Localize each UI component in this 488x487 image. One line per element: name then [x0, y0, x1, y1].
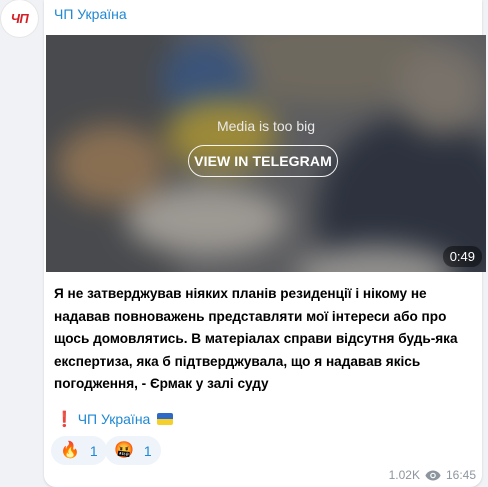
message-text: Я не затверджував ніяких планів резиденц… — [54, 286, 458, 391]
media-too-big-notice: Media is too big — [216, 118, 316, 134]
reaction-cursing-face[interactable]: 🤬 1 — [105, 436, 161, 465]
view-in-telegram-button[interactable]: VIEW IN TELEGRAM — [188, 145, 338, 177]
channel-signature: ❗️ ЧП Україна — [55, 410, 174, 428]
channel-avatar[interactable]: ЧП — [1, 0, 38, 37]
video-preview[interactable]: Media is too big VIEW IN TELEGRAM 0:49 — [46, 35, 486, 272]
view-count: 1.02K — [388, 468, 420, 482]
message-bubble: ЧП Україна Media is too big VIEW IN TELE… — [44, 0, 486, 487]
reaction-count: 1 — [89, 442, 98, 459]
signature-channel-link[interactable]: ЧП Україна — [78, 411, 151, 427]
cursing-face-icon: 🤬 — [114, 441, 134, 459]
telegram-post: ЧП ЧП Україна Media is too big VIEW IN T… — [0, 0, 488, 487]
channel-name-link[interactable]: ЧП Україна — [54, 6, 127, 22]
channel-avatar-logo: ЧП — [10, 11, 29, 26]
reaction-fire[interactable]: 🔥 1 — [51, 436, 107, 465]
fire-icon: 🔥 — [60, 441, 80, 459]
exclamation-icon: ❗️ — [55, 411, 74, 428]
ukraine-flag-icon — [157, 413, 174, 425]
video-duration: 0:49 — [442, 246, 482, 267]
reaction-count: 1 — [143, 442, 152, 459]
message-meta: 1.02K 16:45 — [389, 468, 476, 482]
eye-icon — [425, 470, 441, 481]
post-time: 16:45 — [445, 468, 476, 482]
